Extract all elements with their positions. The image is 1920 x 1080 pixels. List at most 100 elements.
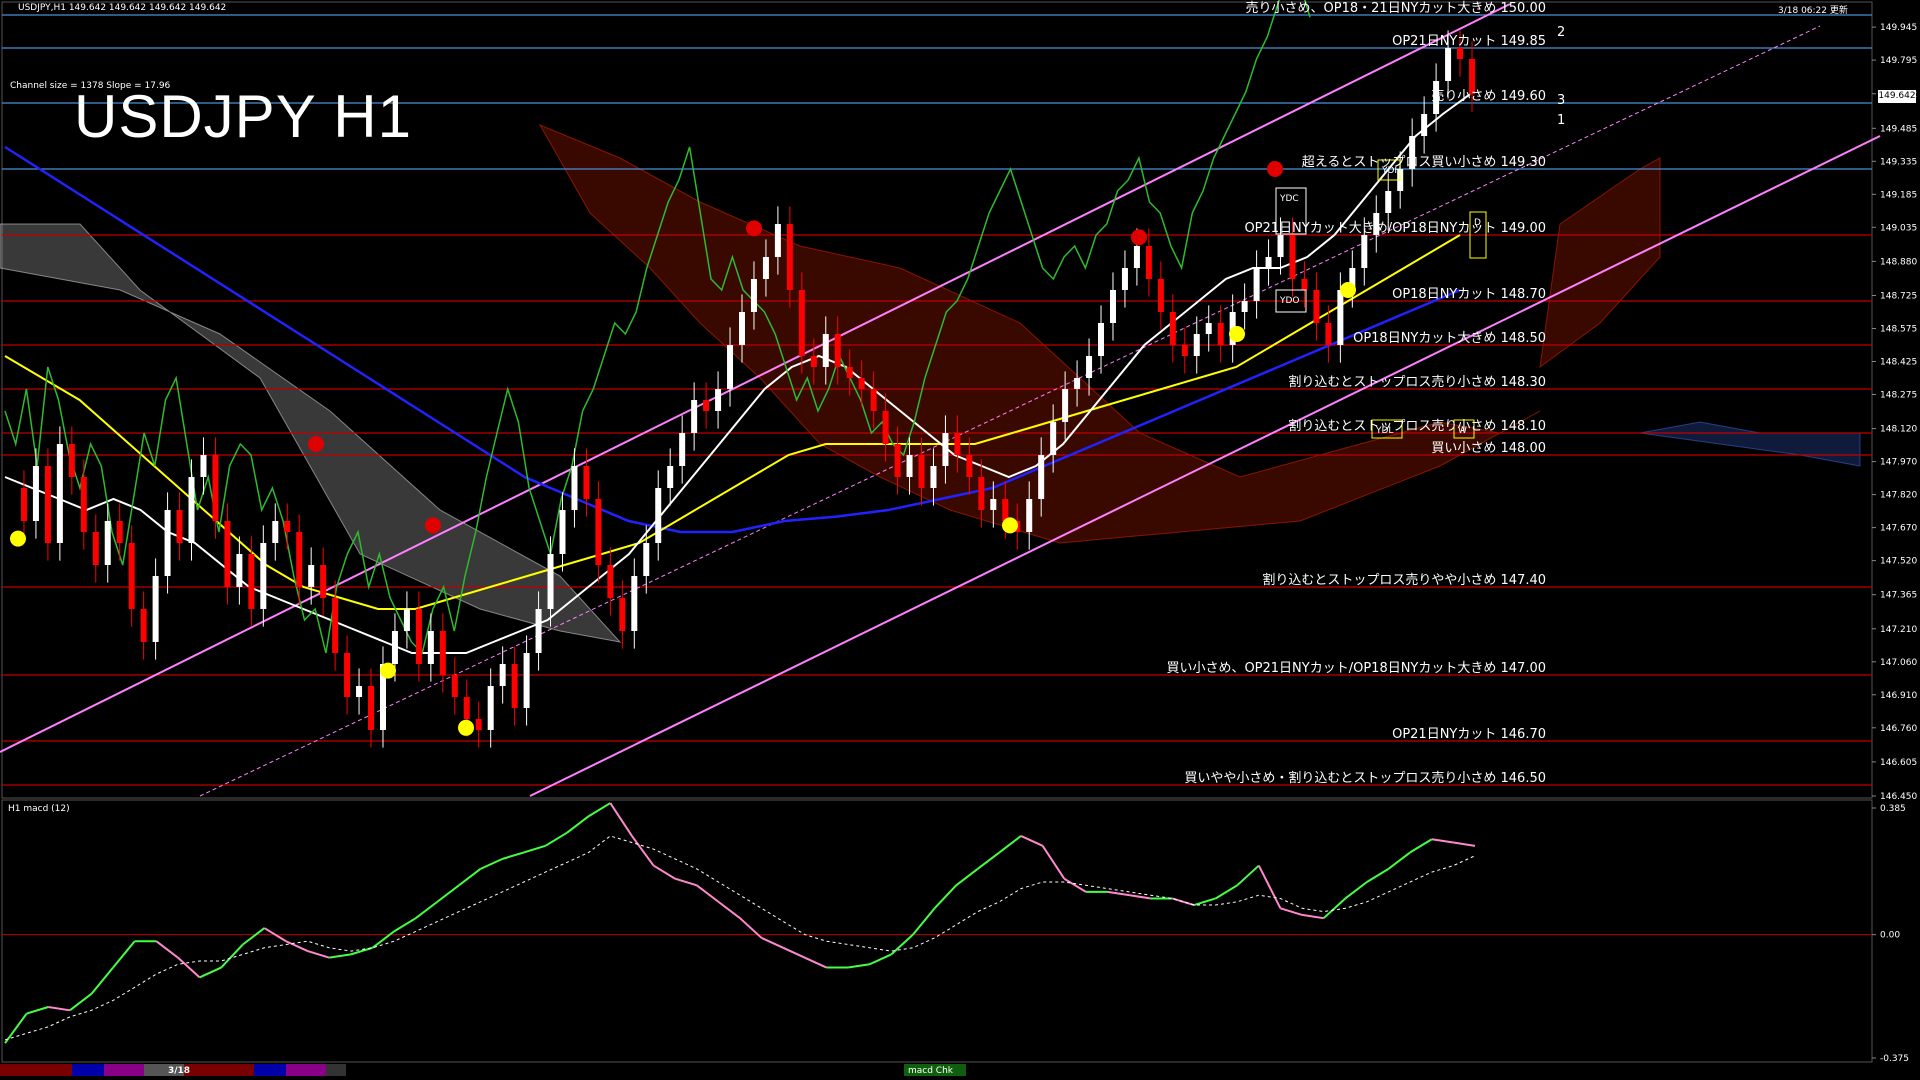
candle-body <box>535 609 542 653</box>
macd-segment <box>177 956 201 979</box>
timeline-segment <box>0 1064 72 1076</box>
candle-body <box>308 565 315 587</box>
macd-segment <box>782 946 806 959</box>
level-label: OP21日NYカット 146.70 <box>1392 727 1546 742</box>
candle-body <box>1253 268 1260 301</box>
macd-segment <box>1409 838 1433 854</box>
buy-signal-icon <box>458 719 474 736</box>
candle-body <box>320 565 327 598</box>
candle-body <box>475 719 482 730</box>
candle-body <box>391 631 398 664</box>
macd-segment <box>1215 884 1238 900</box>
macd-segment <box>415 900 438 919</box>
candle-body <box>463 697 470 719</box>
update-timestamp: 3/18 06:22 更新 <box>1778 6 1848 16</box>
macd-segment <box>4 1013 28 1044</box>
candle-body <box>1325 323 1332 345</box>
axis-tick-label: 148.575 <box>1880 325 1917 335</box>
level-label: 割り込むとストップロス売り小さめ 148.10 <box>1288 418 1546 434</box>
candle-body <box>1026 499 1033 532</box>
level-label: 買いやや小さめ・割り込むとストップロス売り小さめ 146.50 <box>1184 770 1546 786</box>
candle-body <box>631 576 638 631</box>
axis-tick-label: 147.970 <box>1880 458 1917 468</box>
candle-body <box>1193 334 1200 356</box>
macd-segment <box>1128 894 1151 900</box>
candle-body <box>727 345 734 389</box>
candle-body <box>667 466 674 488</box>
candle-body <box>415 609 422 664</box>
candle-body <box>284 521 291 532</box>
candle-body <box>1385 191 1392 213</box>
candle-body <box>344 653 351 697</box>
cloud-red-future <box>1539 157 1661 369</box>
candle-body <box>691 400 698 433</box>
candle-body <box>810 356 817 367</box>
axis-tick-label: 147.670 <box>1880 524 1917 534</box>
candle-body <box>583 466 590 499</box>
candle-body <box>846 367 853 378</box>
ichimoku-cloud <box>0 123 1861 643</box>
level-label: 売り小さめ 149.60 <box>1431 88 1546 104</box>
candle-body <box>1169 312 1176 345</box>
macd-segment <box>1387 851 1411 870</box>
macd-axis-label: 0.00 <box>1880 931 1900 941</box>
candle-body <box>774 224 781 257</box>
macd-segment <box>1020 835 1044 847</box>
macd-segment <box>371 930 395 949</box>
candle-body <box>1050 422 1057 455</box>
macd-label: H1 macd (12) <box>8 804 70 814</box>
macd-segment <box>955 868 979 887</box>
candle-body <box>954 433 961 455</box>
candle-body <box>930 466 937 488</box>
axis-tick-label: 147.520 <box>1880 557 1917 567</box>
candle-body <box>56 444 63 543</box>
candle-body <box>571 466 578 510</box>
axis-tick-label: 146.450 <box>1880 792 1917 802</box>
candle-body <box>260 543 267 609</box>
chart-title: USDJPY H1 <box>74 83 413 150</box>
macd-segment <box>717 900 741 919</box>
candle-body <box>559 510 566 554</box>
sell-signal-icon <box>1131 229 1147 246</box>
axis-tick-label: 147.210 <box>1880 625 1917 635</box>
candle-body <box>523 653 530 708</box>
axis-tick-label: 149.485 <box>1880 124 1917 134</box>
macd-segment <box>869 953 892 966</box>
timeline-segment <box>104 1064 144 1076</box>
timeline-segment <box>326 1064 346 1076</box>
candle-body <box>679 433 686 466</box>
macd-segment <box>847 963 870 969</box>
macd-segment <box>609 802 633 837</box>
macd-segment <box>1366 868 1390 883</box>
candle-body <box>942 433 949 466</box>
candle-body <box>1313 290 1320 323</box>
candle-body <box>32 466 39 521</box>
candle-body <box>1098 323 1105 356</box>
candle-body <box>822 334 829 367</box>
macd-segment <box>674 877 698 887</box>
axis-tick-label: 147.365 <box>1880 591 1917 601</box>
timeline-date: 3/18 <box>168 1066 190 1076</box>
candle-body <box>1002 499 1009 521</box>
axis-tick-label: 149.185 <box>1880 190 1917 200</box>
level-label: 割り込むとストップロス売り小さめ 148.30 <box>1288 374 1546 390</box>
candle-body <box>80 477 87 532</box>
candle-body <box>439 631 446 675</box>
axis-tick-label: 146.760 <box>1880 724 1917 734</box>
candle-body <box>619 598 626 631</box>
status-text: macd Chk <box>908 1066 954 1076</box>
candle-body <box>655 488 662 543</box>
candle-body <box>200 455 207 477</box>
candle-body <box>451 675 458 697</box>
level-label: 買い小さめ 148.00 <box>1431 441 1546 456</box>
candle-body <box>643 543 650 576</box>
candle-body <box>1277 235 1284 257</box>
macd-segment <box>631 835 655 867</box>
candle-body <box>906 455 913 477</box>
candle-body <box>786 224 793 290</box>
candle-body <box>834 334 841 367</box>
macd-axis-label: 0.385 <box>1880 804 1906 814</box>
candle-body <box>1121 268 1128 290</box>
level-label: 超えるとストップロス買い小さめ 149.30 <box>1302 155 1546 170</box>
sell-signal-icon <box>1267 161 1283 177</box>
